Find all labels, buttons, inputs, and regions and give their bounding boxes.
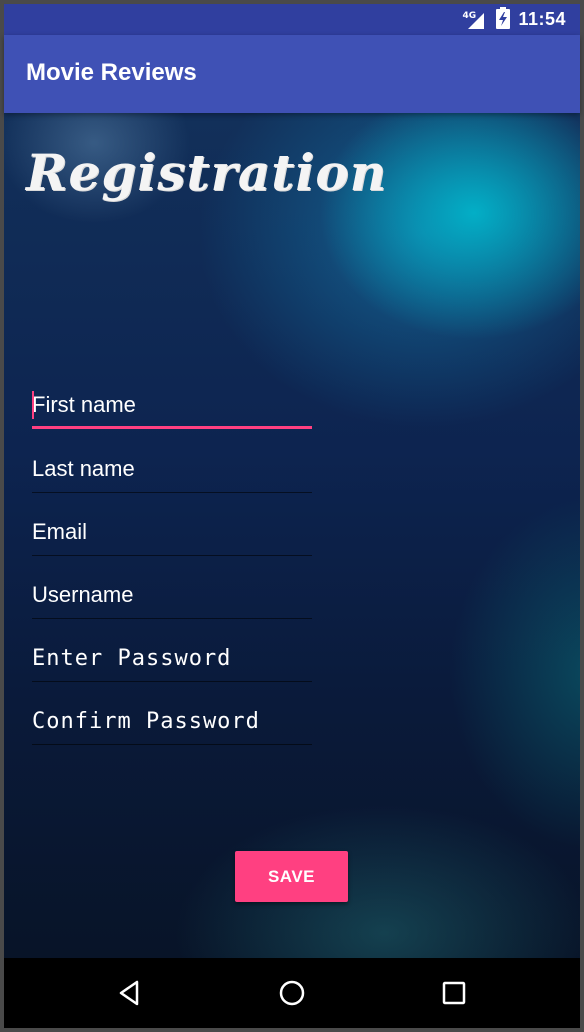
back-icon[interactable]	[115, 978, 145, 1008]
password-field-container	[32, 636, 312, 682]
confirm-password-input[interactable]	[32, 699, 312, 743]
last-name-input[interactable]	[32, 447, 312, 491]
home-icon[interactable]	[277, 978, 307, 1008]
email-field-container	[32, 510, 312, 556]
email-input[interactable]	[32, 510, 312, 554]
last-name-field-container	[32, 447, 312, 493]
first-name-field-container	[32, 383, 312, 429]
battery-charging-icon	[496, 6, 511, 33]
app-bar: Movie Reviews	[4, 35, 580, 113]
password-input[interactable]	[32, 636, 312, 680]
navigation-bar	[4, 958, 580, 1028]
text-cursor	[32, 391, 34, 419]
save-button[interactable]: SAVE	[235, 851, 348, 902]
status-icons: 4G 11:54	[462, 4, 566, 35]
status-bar: 4G 11:54	[4, 4, 580, 35]
recents-icon[interactable]	[439, 978, 469, 1008]
registration-screen: Registration SAVE	[4, 113, 580, 958]
signal-icon: 4G	[462, 9, 488, 31]
first-name-input[interactable]	[32, 383, 312, 427]
username-input[interactable]	[32, 573, 312, 617]
network-type-label: 4G	[462, 10, 477, 21]
confirm-password-field-container	[32, 699, 312, 745]
page-title: Registration	[26, 143, 388, 202]
clock: 11:54	[518, 9, 566, 29]
app-title: Movie Reviews	[26, 59, 197, 86]
username-field-container	[32, 573, 312, 619]
